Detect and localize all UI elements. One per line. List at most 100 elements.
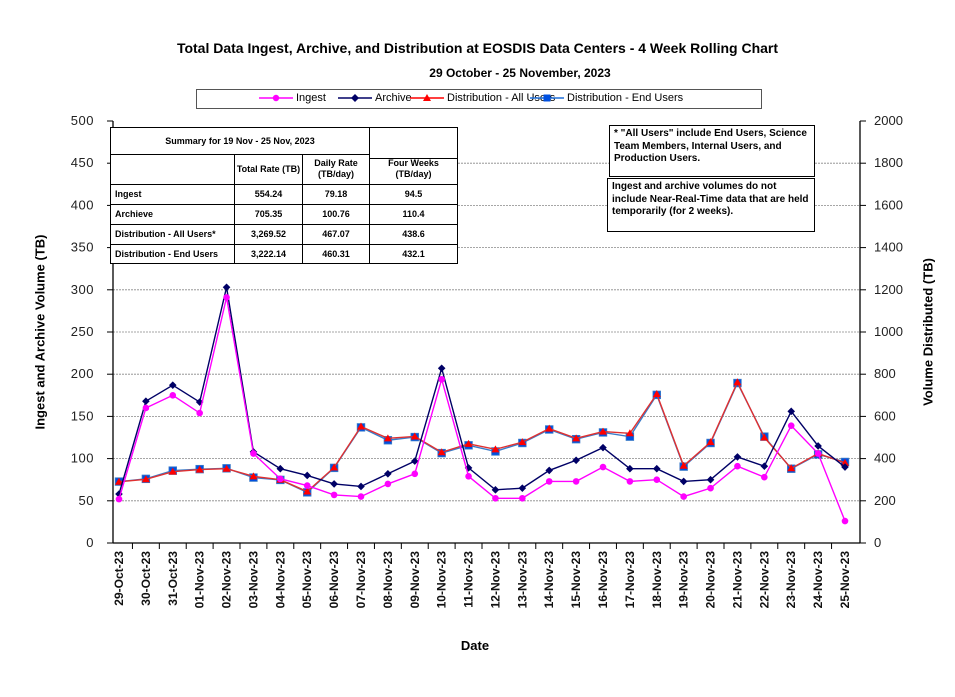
summary-row-label: Distribution - End Users: [115, 248, 219, 259]
data-point-archive: [545, 466, 554, 475]
x-tick-label: 11-Nov-23: [462, 551, 476, 608]
data-point-ingest: [492, 494, 499, 502]
x-tick-label: 19-Nov-23: [677, 551, 691, 609]
data-point-archive: [518, 484, 527, 492]
series-line-distribution-end-users: [118, 381, 846, 494]
data-point-archive: [384, 469, 392, 478]
x-tick-label: 30-Oct-23: [139, 551, 153, 606]
data-point-ingest: [545, 478, 553, 485]
x-axis-label: Date: [460, 638, 490, 653]
y-tick-label-left: 500: [71, 113, 94, 128]
y-tick-label-left: 300: [71, 282, 94, 297]
series-line-ingest: [118, 297, 846, 522]
data-point-ingest: [626, 478, 634, 485]
y-tick-label-left: 400: [71, 197, 94, 212]
data-point-archive: [330, 480, 338, 488]
x-tick-label: 29-Oct-23: [112, 551, 126, 606]
data-point-archive: [760, 462, 769, 470]
y-axis-label-right: Volume Distributed (TB): [920, 258, 936, 406]
summary-row-total: 3,269.52: [250, 229, 287, 239]
y-tick-label-right: 1000: [874, 324, 903, 339]
summary-row-label: Archieve: [115, 209, 154, 219]
summary-row-four-weeks: 432.1: [402, 248, 425, 259]
x-tick-label: 07-Nov-23: [354, 551, 368, 609]
data-point-archive: [142, 397, 150, 406]
data-point-ingest: [787, 422, 795, 429]
data-point-ingest: [196, 409, 203, 417]
data-point-ingest: [707, 484, 714, 492]
data-point-archive: [357, 482, 365, 491]
data-point-ingest: [411, 470, 419, 478]
y-tick-label-right: 1600: [874, 197, 903, 212]
summary-row-daily: 467.07: [322, 229, 350, 239]
data-point-ingest: [115, 495, 123, 503]
summary-row-daily: 100.76: [322, 209, 350, 219]
data-point-archive: [572, 456, 580, 465]
y-tick-label-right: 600: [874, 408, 896, 423]
series-line-archive: [118, 287, 846, 495]
data-point-ingest: [465, 473, 472, 480]
x-tick-label: 04-Nov-23: [273, 551, 287, 609]
data-point-ingest: [761, 473, 768, 481]
data-point-ingest: [572, 478, 580, 485]
plot-area: 0 50 100 150 200 250 300 350 400 450 500 0 200 400 60…: [71, 113, 903, 608]
x-tick-label: 06-Nov-23: [327, 551, 341, 609]
y-tick-label-left: 200: [71, 366, 94, 381]
data-point-archive: [168, 381, 177, 389]
data-point-ingest: [734, 462, 741, 470]
x-tick-label: 25-Nov-23: [838, 551, 852, 609]
x-tick-label: 01-Nov-23: [193, 551, 207, 609]
data-point-ingest: [680, 493, 687, 500]
x-tick-label: 09-Nov-23: [408, 551, 422, 609]
summary-header-total: Total Rate (TB): [236, 163, 301, 174]
data-point-ingest: [223, 294, 230, 301]
y-tick-label-right: 2000: [874, 113, 903, 128]
data-point-ingest: [384, 480, 392, 488]
data-point-archive: [222, 283, 231, 292]
data-point-ingest: [250, 450, 257, 457]
summary-row-total: 3,222.14: [250, 248, 287, 259]
summary-header-four-weeks: Four Weeks (TB/day): [388, 158, 439, 179]
x-tick-label: 22-Nov-23: [757, 551, 771, 609]
y-tick-label-left: 250: [71, 324, 94, 339]
series-group: [114, 283, 850, 525]
summary-title: Summary for 19 Nov - 25 Nov, 2023: [165, 135, 315, 146]
summary-row-four-weeks: 110.4: [402, 209, 425, 219]
x-tick-label: 24-Nov-23: [811, 551, 825, 609]
summary-table: Summary for 19 Nov - 25 Nov, 2023 Total …: [110, 127, 458, 264]
y-ticks-right: 0 200 400 600 800 1000 1200 1400 1600 1800 2000: [860, 113, 903, 550]
y-tick-label-right: 1400: [874, 240, 903, 255]
x-tick-label: 05-Nov-23: [300, 551, 314, 609]
note-nrt: Ingest and archive volumes do not includ…: [607, 178, 815, 232]
data-point-ingest: [357, 493, 365, 500]
y-axis-label-left: Ingest and Archive Volume (TB): [32, 234, 48, 430]
data-point-ingest: [330, 491, 338, 499]
summary-row-daily: 79.18: [324, 189, 348, 199]
y-tick-label-right: 800: [874, 366, 896, 381]
data-point-ingest: [142, 404, 150, 412]
x-tick-label: 20-Nov-23: [704, 551, 718, 609]
data-point-ingest: [599, 463, 607, 471]
data-point-ingest: [438, 375, 445, 383]
x-ticks: 29-Oct-23 30-Oct-23 31-Oct-23 01-Nov-23 02-N…: [112, 543, 852, 608]
series-line-distribution-all-users: [118, 380, 846, 493]
y-tick-label-right: 1800: [874, 155, 903, 170]
x-tick-label: 14-Nov-23: [542, 551, 556, 609]
x-tick-label: 12-Nov-23: [488, 551, 502, 609]
data-point-archive: [303, 471, 312, 480]
data-point-ingest: [653, 476, 661, 484]
y-tick-label-left: 100: [71, 451, 94, 466]
data-point-ingest: [814, 450, 822, 457]
y-ticks-left: 0 50 100 150 200 250 300 350 400 450 500: [71, 113, 113, 550]
summary-row-daily: 460.31: [322, 248, 350, 259]
x-tick-label: 02-Nov-23: [220, 551, 234, 609]
x-tick-label: 13-Nov-23: [515, 551, 529, 609]
data-point-archive: [276, 464, 285, 473]
summary-row-total: 705.35: [254, 209, 283, 219]
summary-row-label: Distribution - All Users*: [115, 229, 216, 239]
data-point-ingest: [169, 392, 177, 399]
summary-row-four-weeks: 438.6: [402, 229, 425, 239]
x-tick-label: 03-Nov-23: [246, 551, 260, 609]
x-tick-label: 17-Nov-23: [623, 551, 637, 609]
data-point-ingest: [303, 482, 311, 489]
